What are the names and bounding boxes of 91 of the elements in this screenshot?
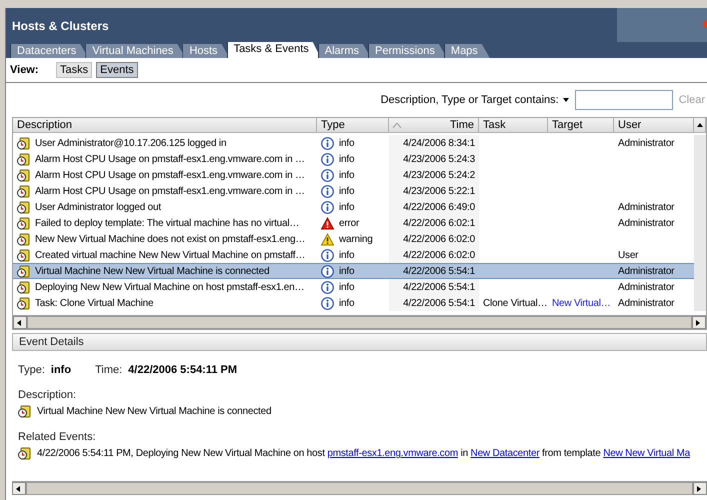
- filter-field[interactable]: [574, 90, 673, 110]
- time-cell: 4/23/2006 5:24:2: [389, 167, 479, 183]
- time-cell: 4/22/2006 6:02:1: [389, 215, 479, 231]
- scroll-up-button[interactable]: [694, 118, 706, 132]
- event-icon: [17, 296, 30, 310]
- time-cell: 4/22/2006 6:02:0: [389, 247, 479, 263]
- description-cell[interactable]: Task: Clone Virtual Machine: [13, 295, 317, 311]
- event-icon: [17, 248, 30, 262]
- column-header[interactable]: Time: [389, 118, 479, 132]
- type-cell: info: [317, 247, 389, 263]
- user-cell-text: Administrator: [617, 296, 676, 310]
- type-value: info: [50, 364, 72, 376]
- description-cell[interactable]: Deploying New New Virtual Machine on host pmstaff-esx1.en…: [13, 279, 317, 295]
- description-cell[interactable]: Alarm Host CPU Usage on pmstaff-esx1.eng.vmware.com in …: [13, 167, 317, 183]
- type-cell: info: [317, 295, 389, 311]
- event-icon: [17, 216, 30, 230]
- event-icon: [17, 152, 30, 166]
- type-cell: info: [317, 183, 389, 199]
- scroll-right-button[interactable]: [693, 482, 707, 495]
- type-cell: info: [317, 279, 389, 295]
- target-link[interactable]: New Virtual…: [548, 295, 614, 311]
- description-text: Virtual Machine New New Virtual Machine is connected: [37, 406, 272, 417]
- description-cell[interactable]: Failed to deploy template: The virtual machine has no virtual…: [13, 215, 317, 231]
- time-cell: 4/22/2006 5:54:1: [389, 295, 479, 311]
- user-cell-text: Administrator: [617, 200, 676, 214]
- column-header[interactable]: User: [614, 118, 694, 132]
- view-toggle-button[interactable]: Tasks: [56, 62, 92, 78]
- column-header[interactable]: Type: [317, 118, 389, 132]
- left-arrow-icon: [15, 484, 23, 492]
- type-cell: info: [317, 135, 389, 151]
- description-cell[interactable]: Alarm Host CPU Usage on pmstaff-esx1.eng.vmware.com in …: [13, 151, 317, 167]
- scroll-left-button[interactable]: [13, 316, 27, 329]
- type-cell: info: [317, 151, 389, 167]
- description-cell[interactable]: Alarm Host CPU Usage on pmstaff-esx1.eng.vmware.com in …: [13, 183, 317, 199]
- object-link[interactable]: New New Virtual Ma: [603, 448, 690, 459]
- event-icon: [17, 232, 30, 246]
- description-cell[interactable]: New New Virtual Machine does not exist on pmstaff-esx1.eng…: [13, 231, 317, 247]
- object-link[interactable]: pmstaff-esx1.eng.vmware.com: [327, 448, 458, 459]
- description-cell[interactable]: User Administrator@10.17.206.125 logged in: [13, 135, 317, 151]
- description-label: Description:: [18, 388, 76, 400]
- filter-label[interactable]: Description, Type or Target contains:: [380, 94, 559, 106]
- column-header[interactable]: Target: [548, 118, 614, 132]
- window-title: Hosts & Clusters: [12, 19, 109, 35]
- description-cell[interactable]: Created virtual machine New New Virtual Machine on pmstaff…: [13, 247, 317, 263]
- time-cell: 4/23/2006 5:24:3: [389, 151, 479, 167]
- type-cell: info: [317, 263, 389, 279]
- left-arrow-icon: [16, 318, 24, 326]
- event-icon: [17, 168, 30, 182]
- view-label: View:: [10, 64, 40, 76]
- user-cell-text: Administrator: [617, 136, 676, 150]
- type-cell: info: [317, 199, 389, 215]
- description-cell[interactable]: Virtual Machine New New Virtual Machine is connected: [13, 263, 317, 279]
- time-cell: 4/23/2006 5:22:1: [389, 183, 479, 199]
- scroll-left-button[interactable]: [12, 482, 26, 495]
- event-icon: [17, 280, 30, 294]
- event-icon: [17, 264, 30, 278]
- up-arrow-icon: [696, 121, 704, 129]
- time-cell: 4/22/2006 5:54:1: [389, 263, 479, 279]
- related-event-text: 4/22/2006 5:54:11 PM, Deploying New New Virtual Machine on host pmstaff-esx1.eng.vmware.com in New Datacenter from template New New Virtual Ma: [37, 448, 690, 459]
- caret-icon[interactable]: [562, 98, 569, 102]
- vertical-scrollbar[interactable]: [694, 135, 706, 311]
- user-cell-text: Administrator: [617, 280, 676, 294]
- user-cell: Administrator: [614, 263, 694, 279]
- tab[interactable]: Tasks & Events: [226, 42, 321, 58]
- time-cell: 4/22/2006 5:54:1: [389, 279, 479, 295]
- type-cell: error: [317, 215, 389, 231]
- scroll-right-button[interactable]: [692, 316, 706, 329]
- type-label: Type:: [18, 364, 45, 376]
- event-icon: [18, 447, 31, 460]
- sort-icon: [393, 122, 401, 128]
- column-header[interactable]: Description: [13, 118, 317, 132]
- column-header[interactable]: Task: [479, 118, 548, 132]
- time-cell: 4/22/2006 6:49:0: [389, 199, 479, 215]
- time-cell: 4/22/2006 6:02:0: [389, 231, 479, 247]
- event-icon: [17, 184, 30, 198]
- time-cell: 4/24/2006 8:34:1: [389, 135, 479, 151]
- type-cell: warning: [317, 231, 389, 247]
- type-cell: info: [317, 167, 389, 183]
- event-icon: [18, 405, 31, 418]
- time-label: Time:: [95, 364, 122, 376]
- user-cell-text: Administrator: [617, 216, 676, 230]
- event-icon: [17, 200, 30, 214]
- task-cell-text: Clone Virtual…: [482, 296, 548, 310]
- related-events-label: Related Events:: [18, 430, 96, 442]
- user-cell-text: User: [617, 248, 640, 262]
- section-header: Event Details: [12, 333, 707, 351]
- event-icon: [17, 136, 30, 150]
- object-link[interactable]: New Datacenter: [470, 448, 540, 459]
- time-value: 4/22/2006 5:54:11 PM: [128, 364, 238, 376]
- description-cell[interactable]: User Administrator logged out: [13, 199, 317, 215]
- view-toggle-button[interactable]: Events: [96, 62, 138, 78]
